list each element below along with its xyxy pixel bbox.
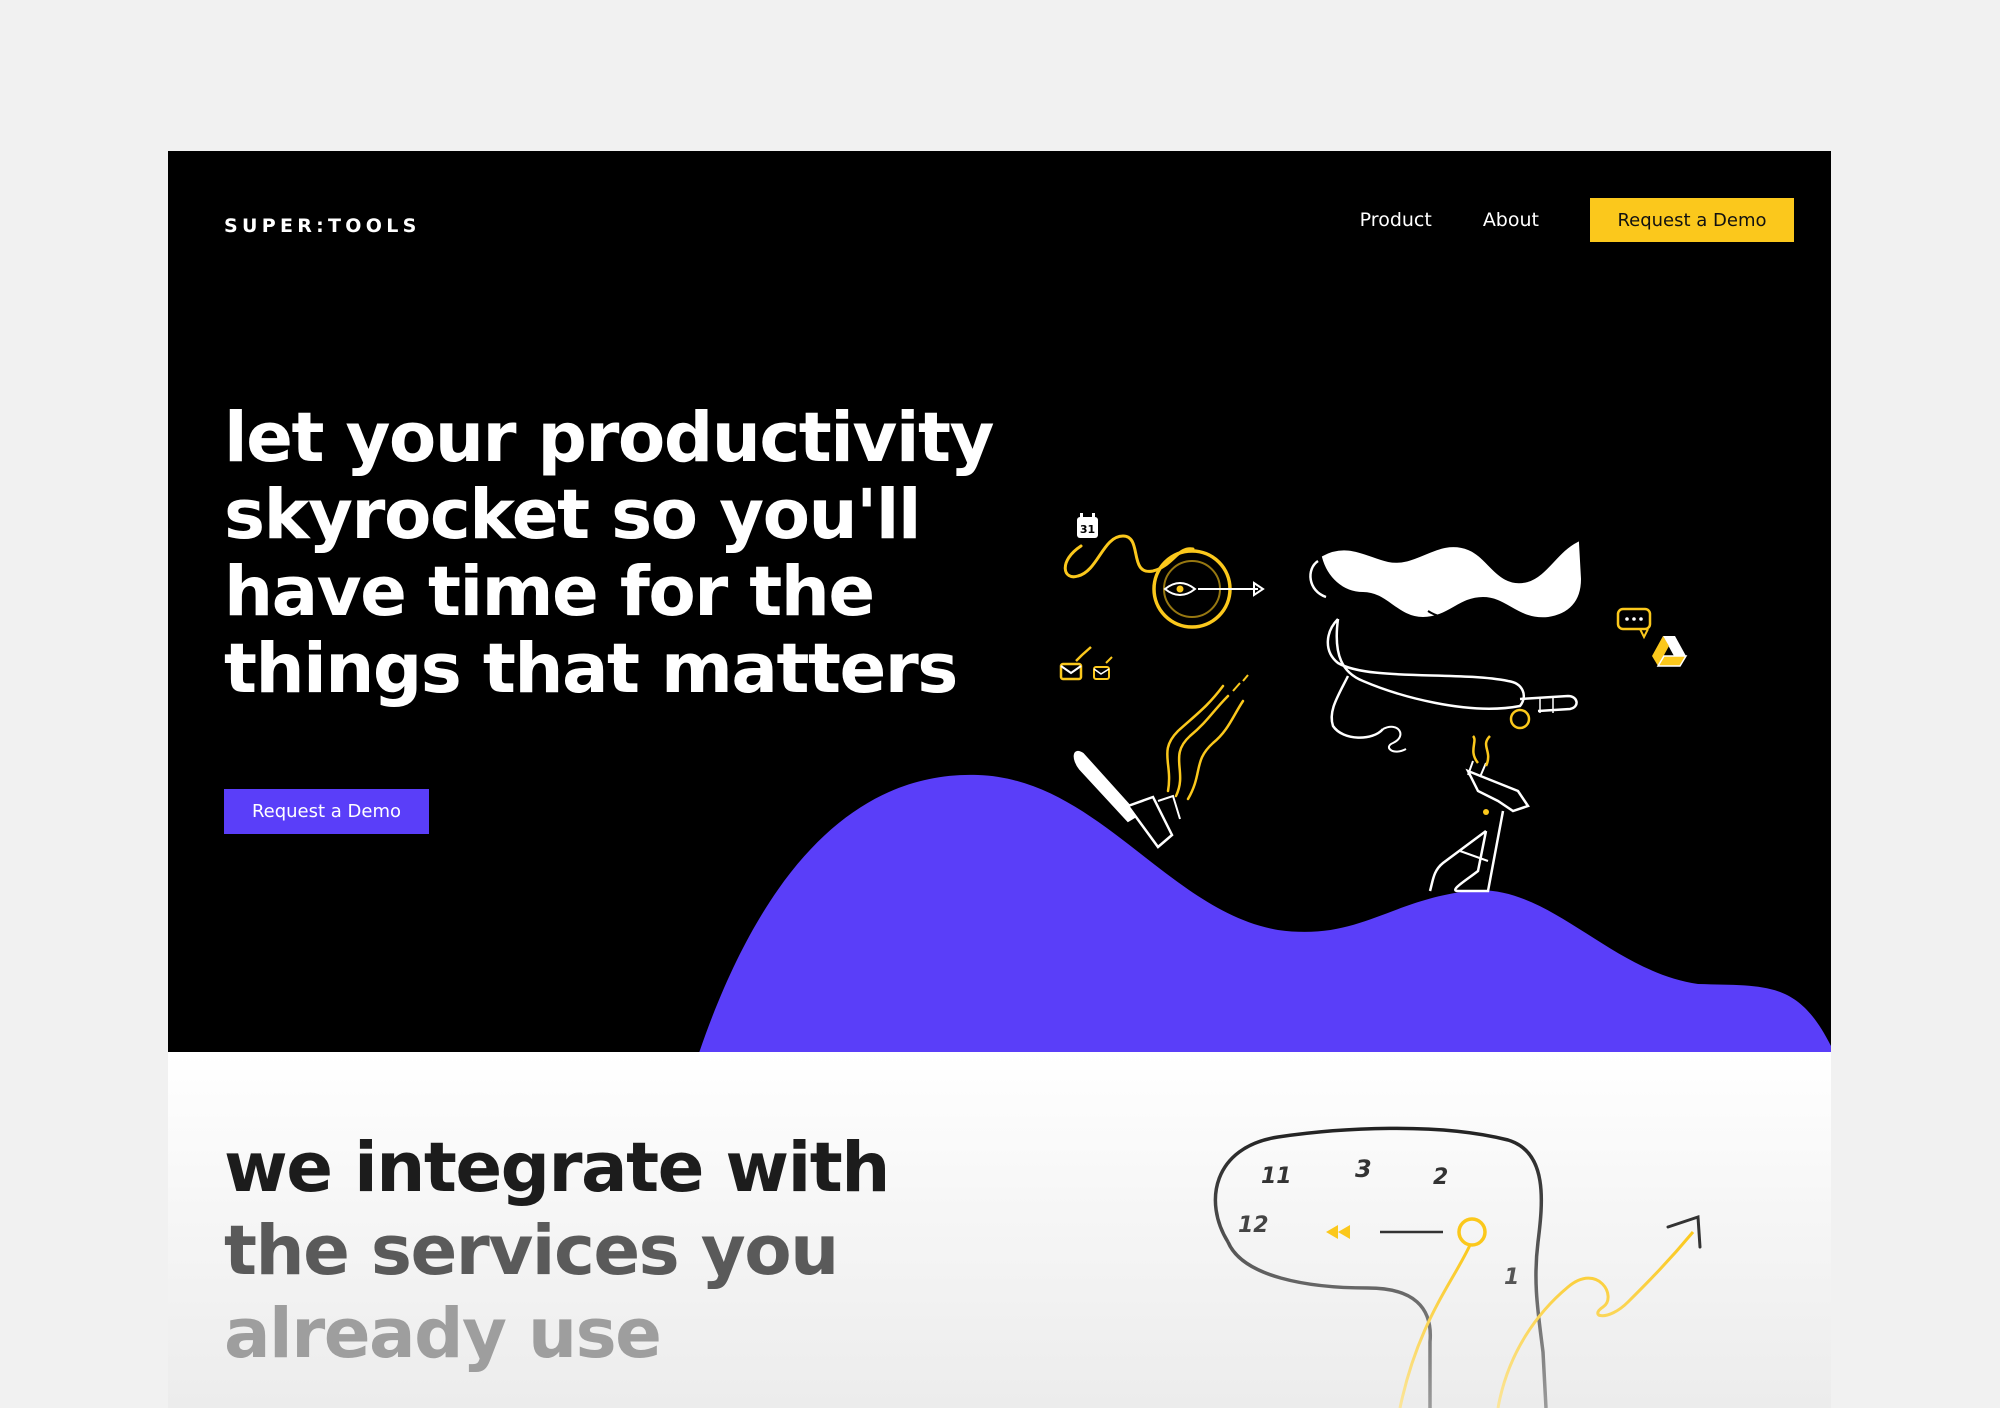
- purple-hill-shape: [699, 774, 1831, 1052]
- landing-page: 31 SUPER:TOOLS Product About Request a D…: [168, 151, 1831, 1408]
- top-nav: Product About Request a Demo: [1360, 198, 1794, 242]
- torso-outline: [1326, 618, 1525, 710]
- mail-check-icon: [1059, 646, 1092, 681]
- clock-number-1: 1: [1504, 1265, 1519, 1290]
- clock-center-circle: [1457, 1217, 1487, 1247]
- integrations-section: 11 3 2 12 1 we integrate with the servic…: [168, 1052, 1831, 1408]
- hero-headline: let your productivity skyrocket so you'l…: [224, 398, 994, 709]
- rewind-icon: [1326, 1225, 1350, 1239]
- drive-icon: [1652, 636, 1688, 667]
- integrations-heading-line-3: already use: [224, 1294, 662, 1374]
- integrations-heading-line-2: the services you: [224, 1211, 839, 1291]
- hero-request-demo-button[interactable]: Request a Demo: [224, 789, 429, 834]
- brand-logo[interactable]: SUPER:TOOLS: [224, 215, 421, 237]
- integrations-heading: we integrate with the services you alrea…: [224, 1127, 1044, 1376]
- mail-check-icon-small: [1093, 656, 1113, 680]
- hair-shape: [1321, 541, 1582, 618]
- rising-yellow-line: [1496, 1231, 1695, 1408]
- right-boot: [1428, 760, 1530, 893]
- eye-icon: [1163, 582, 1197, 596]
- clock-number-11: 11: [1261, 1164, 1292, 1189]
- calendar-icon: 31: [1077, 513, 1098, 538]
- hand-outline: [1509, 694, 1578, 730]
- nav-product-link[interactable]: Product: [1360, 209, 1432, 231]
- nav-about-link[interactable]: About: [1483, 209, 1539, 231]
- integrations-heading-line-1: we integrate with: [224, 1128, 890, 1208]
- nav-request-demo-button[interactable]: Request a Demo: [1590, 198, 1794, 242]
- motion-lines: [1165, 684, 1245, 801]
- clock-number-3: 3: [1355, 1155, 1372, 1183]
- svg-text:31: 31: [1080, 523, 1095, 536]
- clock-pendulum-line: [1398, 1244, 1472, 1408]
- clock-number-2: 2: [1433, 1165, 1448, 1190]
- chat-bubble-icon: [1616, 607, 1652, 640]
- flame-lines: [1471, 735, 1491, 767]
- clock-number-12: 12: [1238, 1213, 1269, 1238]
- hero-section: 31 SUPER:TOOLS Product About Request a D…: [168, 151, 1831, 1052]
